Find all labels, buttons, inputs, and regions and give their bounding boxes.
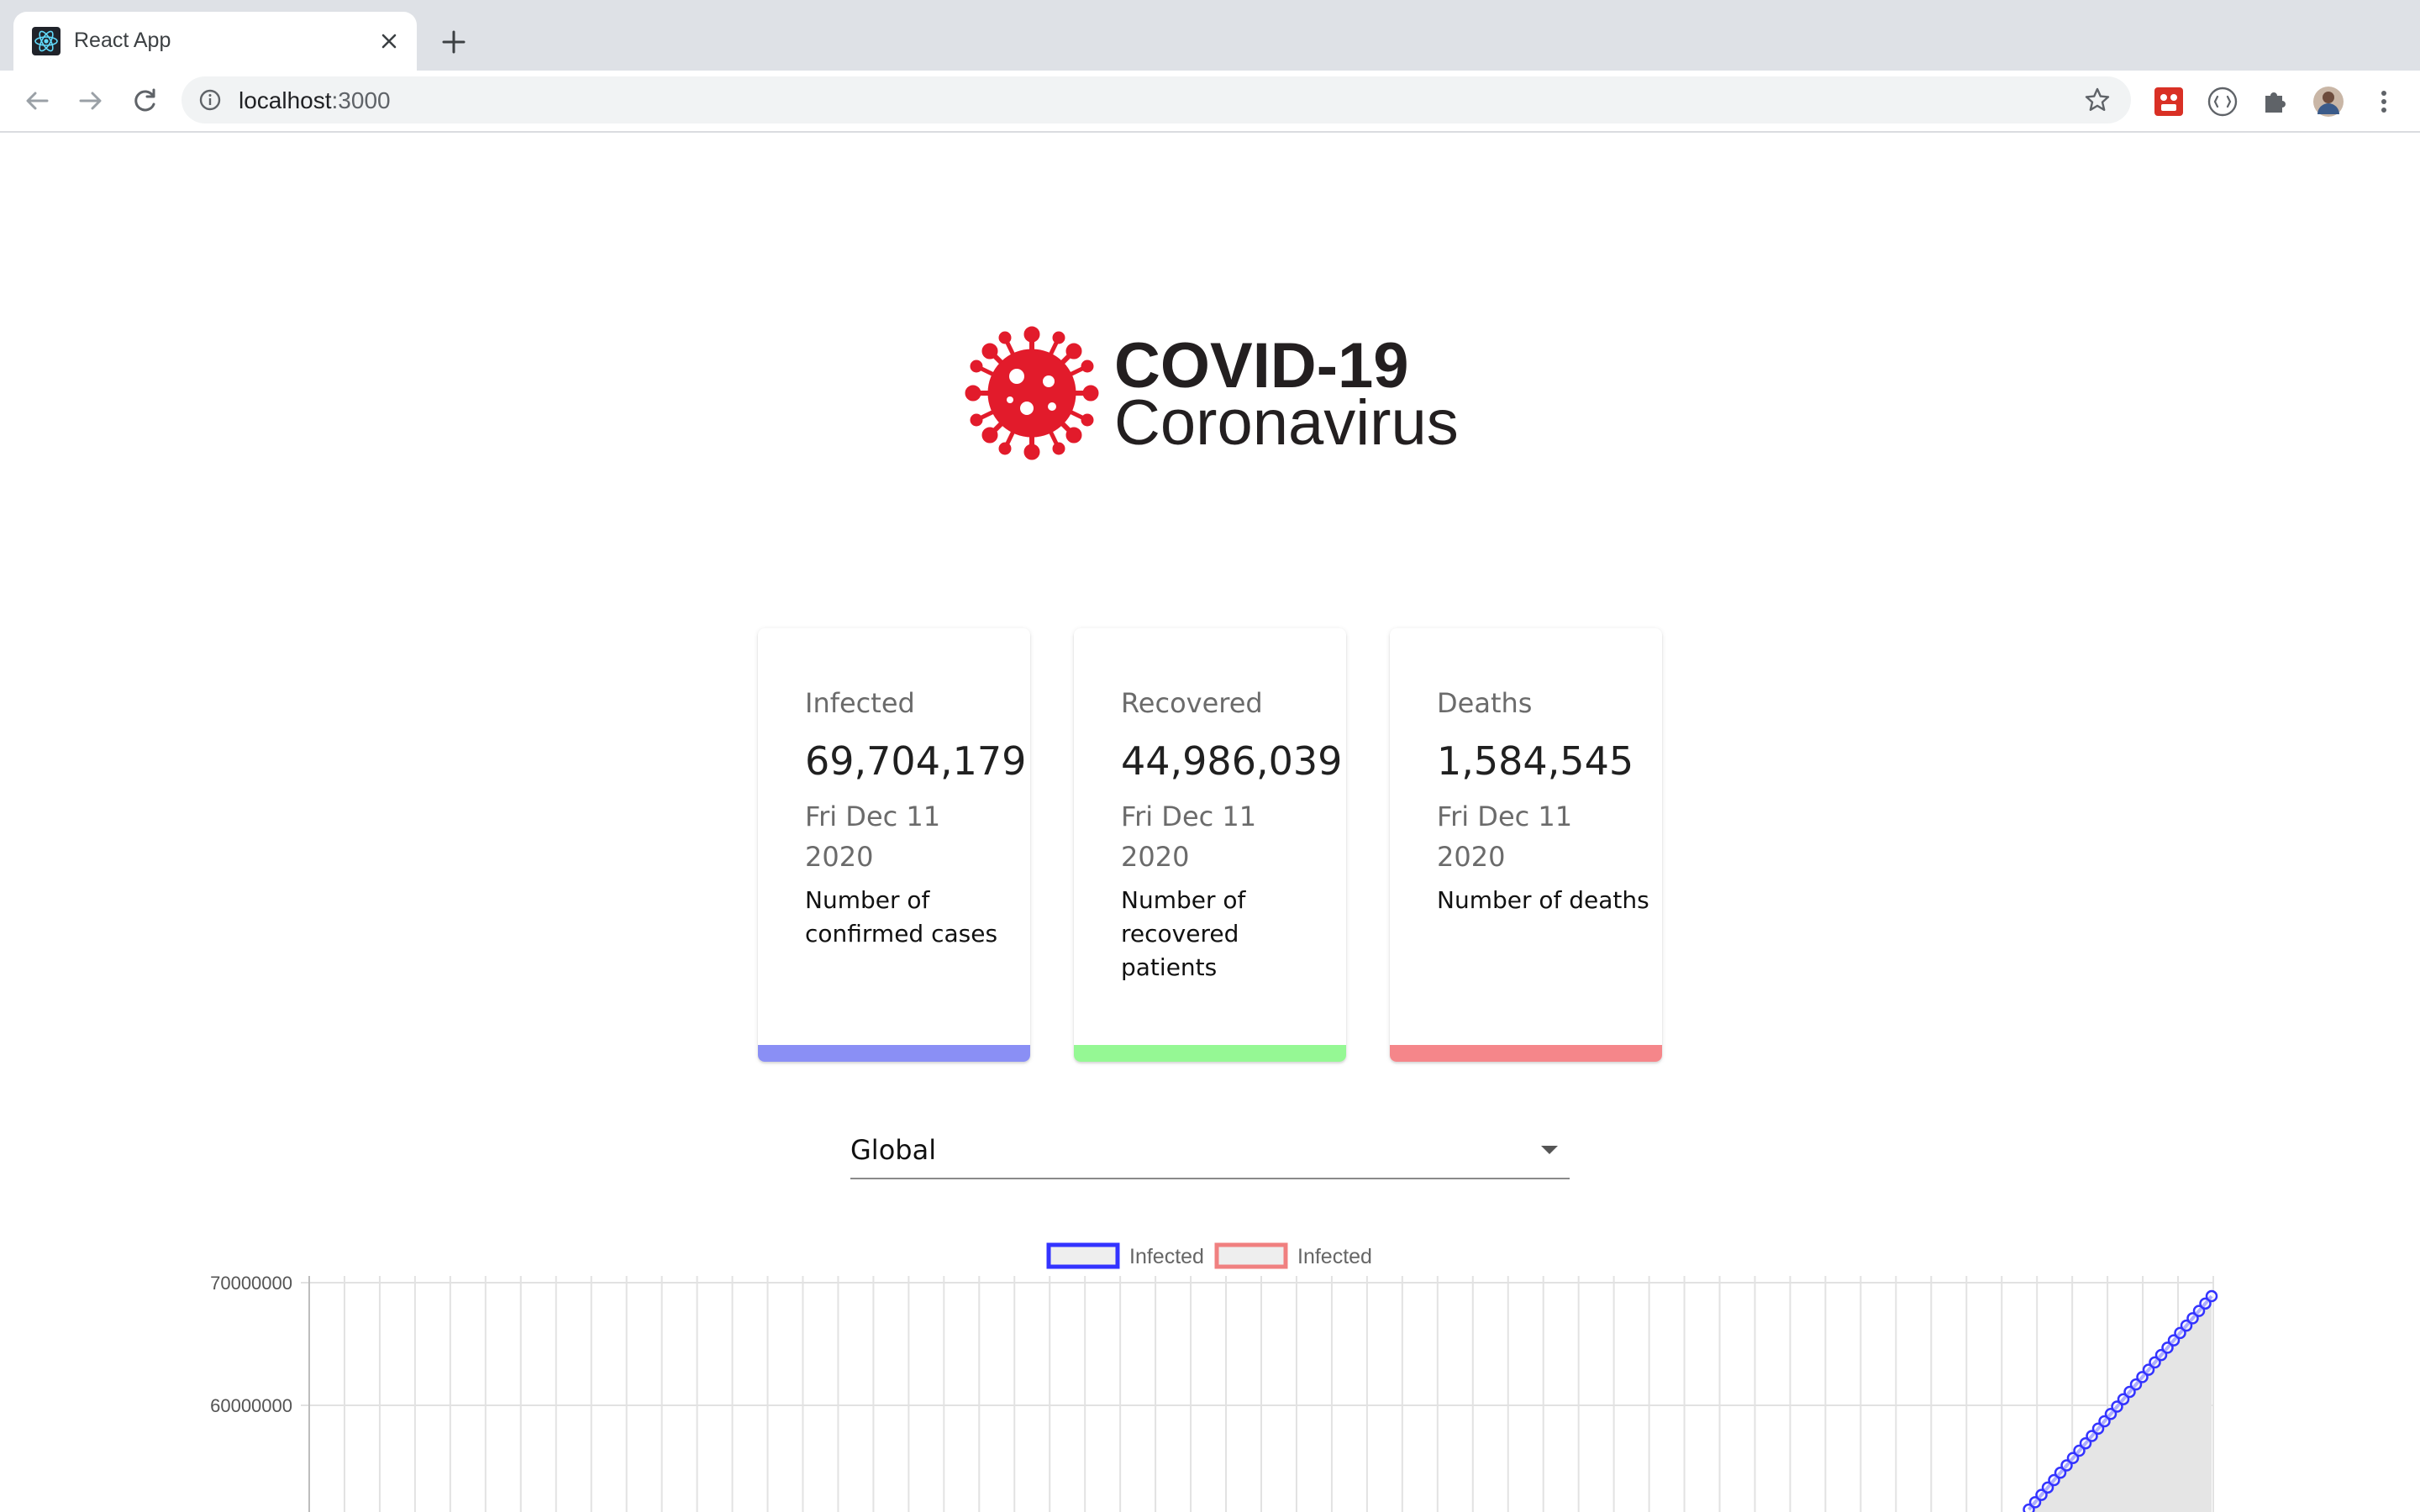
legend-label: Infected <box>1129 1245 1204 1268</box>
tab-title: React App <box>74 29 171 52</box>
dropdown-arrow-icon <box>1541 1146 1558 1154</box>
card-value: 69,704,179 <box>805 738 1027 784</box>
country-select-value: Global <box>850 1134 937 1166</box>
card-date: Fri Dec 11 2020 <box>1437 796 1657 877</box>
forward-icon[interactable] <box>74 84 108 118</box>
recovered-card: Recovered 44,986,039 Fri Dec 11 2020 Numb… <box>1074 628 1346 1062</box>
url-host: localhost <box>239 87 332 113</box>
back-icon[interactable] <box>20 84 54 118</box>
address-bar[interactable]: localhost:3000 <box>182 76 2131 123</box>
react-favicon-icon <box>32 27 60 55</box>
card-label: Recovered <box>1121 687 1263 719</box>
profile-avatar-icon[interactable] <box>2312 86 2344 118</box>
legend-swatch <box>1046 1242 1120 1269</box>
card-date-line2: 2020 <box>1121 841 1190 873</box>
extension-red-icon[interactable] <box>2153 86 2185 118</box>
infected-data-point <box>2205 1289 2218 1303</box>
card-date-line1: Fri Dec 11 <box>1121 801 1257 832</box>
card-label: Deaths <box>1437 687 1533 719</box>
card-description: Number of deaths <box>1437 886 1649 914</box>
reload-icon[interactable] <box>128 84 161 118</box>
y-tick-label: 70000000 <box>210 1273 292 1294</box>
deaths-color-bar <box>1390 1045 1662 1062</box>
legend-swatch <box>1214 1242 1288 1269</box>
card-description: Number of confirmed cases <box>805 886 998 948</box>
legend-label: Infected <box>1297 1245 1372 1268</box>
virus-icon <box>965 326 1099 460</box>
covid-logo: COVID-19 Coronavirus <box>963 324 1467 462</box>
extensions-puzzle-icon[interactable] <box>2259 86 2291 118</box>
infected-color-bar <box>758 1045 1030 1062</box>
logo-subtitle: Coronavirus <box>1114 387 1459 459</box>
info-icon[interactable] <box>198 88 222 112</box>
infected-line-chart: Infected Infected 70000000 60000000 <box>210 1242 2218 1512</box>
browser-toolbar: localhost:3000 <box>0 71 2420 133</box>
card-value: 44,986,039 <box>1121 738 1343 784</box>
card-date: Fri Dec 11 2020 <box>805 796 1025 877</box>
card-date-line2: 2020 <box>805 841 874 873</box>
card-description: Number of recovered patients <box>1121 886 1246 981</box>
url-text: localhost:3000 <box>239 87 391 114</box>
menu-more-icon[interactable] <box>2368 86 2400 118</box>
bookmark-star-icon[interactable] <box>2084 87 2111 113</box>
card-date-line1: Fri Dec 11 <box>1437 801 1573 832</box>
browser-tab-strip: React App <box>0 0 2420 71</box>
card-date: Fri Dec 11 2020 <box>1121 796 1341 877</box>
recovered-color-bar <box>1074 1045 1346 1062</box>
card-date-line2: 2020 <box>1437 841 1506 873</box>
card-label: Infected <box>805 687 915 719</box>
country-select[interactable]: Global <box>850 1122 1570 1179</box>
card-date-line1: Fri Dec 11 <box>805 801 941 832</box>
extension-circle-icon[interactable] <box>2207 86 2238 118</box>
y-tick-label: 60000000 <box>210 1395 292 1416</box>
browser-tab[interactable]: React App <box>13 12 417 71</box>
close-tab-icon[interactable] <box>376 29 402 54</box>
card-value: 1,584,545 <box>1437 738 1634 784</box>
new-tab-icon[interactable] <box>439 27 469 57</box>
infected-card: Infected 69,704,179 Fri Dec 11 2020 Numbe… <box>758 628 1030 1062</box>
deaths-card: Deaths 1,584,545 Fri Dec 11 2020 Number o… <box>1390 628 1662 1062</box>
url-port: :3000 <box>331 87 391 113</box>
